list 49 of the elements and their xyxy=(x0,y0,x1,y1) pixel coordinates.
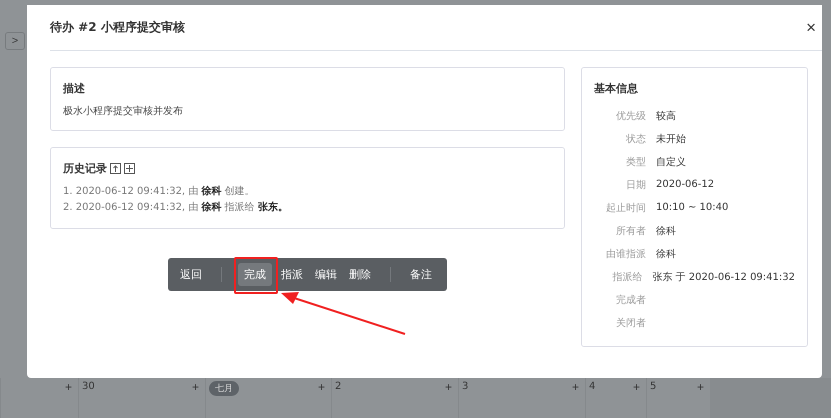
info-value: 2020-06-12 xyxy=(656,179,714,190)
day-number: 3 xyxy=(462,381,468,392)
add-button[interactable]: + xyxy=(318,381,325,393)
add-button[interactable]: + xyxy=(632,381,640,393)
info-label: 类型 xyxy=(625,156,646,168)
info-label: 指派给 xyxy=(611,270,642,284)
description-text: 极水小程序提交审核并发布 xyxy=(63,104,184,118)
info-label: 完成者 xyxy=(615,294,646,306)
info-label: 优先级 xyxy=(615,110,646,122)
toolbar-button[interactable]: 编辑 xyxy=(309,263,343,286)
add-button[interactable]: + xyxy=(192,381,199,393)
info-label: 状态 xyxy=(625,132,646,146)
info-label: 关闭者 xyxy=(615,316,646,330)
add-button[interactable]: + xyxy=(572,381,579,393)
day-number: 2 xyxy=(335,381,342,392)
info-value: 张东 于 2020-06-12 09:41:32 xyxy=(652,270,795,284)
info-value: 未开始 xyxy=(656,132,686,146)
dialog-title: 待办 #2 小程序提交审核 xyxy=(50,19,185,36)
add-button[interactable]: + xyxy=(64,381,72,393)
info-label: 所有者 xyxy=(615,224,646,238)
day-number: 5 xyxy=(650,381,656,392)
expand-icon[interactable] xyxy=(124,163,135,174)
toolbar-button[interactable]: 返回 xyxy=(174,263,208,286)
day-number: 4 xyxy=(589,381,596,392)
info-value: 自定义 xyxy=(656,156,686,168)
card-heading: 基本信息 xyxy=(594,81,638,96)
info-label: 起止时间 xyxy=(605,202,646,214)
info-value: 10:10 ~ 10:40 xyxy=(656,202,728,213)
info-label: 由谁指派 xyxy=(605,248,646,260)
info-value: 徐科 xyxy=(656,224,676,238)
toolbar-button[interactable]: 删除 xyxy=(343,263,377,286)
card-heading: 历史记录 xyxy=(63,161,107,176)
next-button[interactable]: > xyxy=(5,32,25,50)
history-entry: 2. 2020-06-12 09:41:32, 由 徐科 指派给 张东。 xyxy=(63,200,289,215)
info-value: 较高 xyxy=(656,110,676,122)
toolbar-button[interactable]: 备注 xyxy=(404,263,438,286)
add-button[interactable]: + xyxy=(696,381,704,393)
toolbar-button[interactable]: 完成 xyxy=(238,263,272,286)
day-number: 30 xyxy=(82,381,95,392)
collapse-icon[interactable] xyxy=(110,163,121,174)
info-value: 徐科 xyxy=(656,248,676,260)
month-badge: 七月 xyxy=(209,381,239,396)
info-label: 日期 xyxy=(625,178,646,192)
history-entry: 1. 2020-06-12 09:41:32, 由 徐科 创建。 xyxy=(63,184,256,199)
highlight-frame xyxy=(234,257,278,294)
close-button[interactable]: × xyxy=(800,18,822,38)
card-heading: 描述 xyxy=(63,81,85,96)
toolbar-button[interactable]: 指派 xyxy=(275,263,309,286)
add-button[interactable]: + xyxy=(444,381,452,393)
